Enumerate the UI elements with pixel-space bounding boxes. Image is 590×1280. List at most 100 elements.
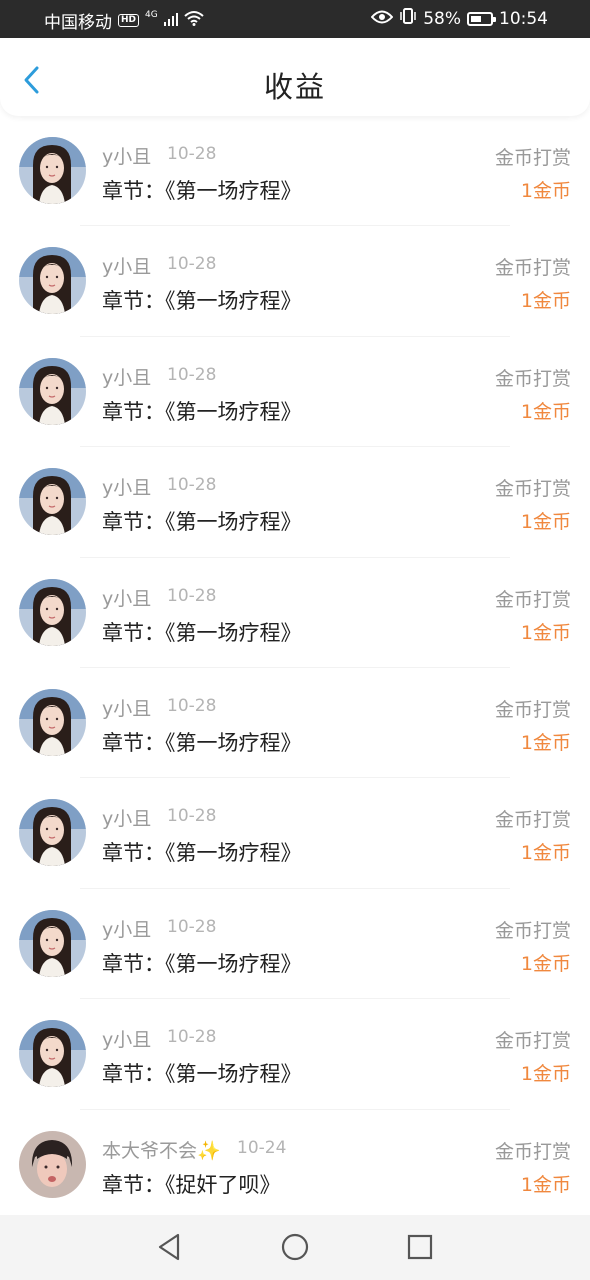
user-name[interactable]: y小且 (102, 142, 151, 169)
avatar[interactable] (19, 1130, 86, 1198)
page-title: 收益 (263, 70, 326, 104)
list-item[interactable]: y小且 10-28 章节：《第一场疗程》 金币打赏 1金币 (0, 337, 590, 448)
list-item[interactable]: y小且 10-28 章节：《第一场疗程》 金币打赏 1金币 (0, 778, 590, 890)
list-item[interactable]: y小且 10-28 章节：《第一场疗程》 金币打赏 1金币 (0, 999, 590, 1110)
battery-icon (467, 11, 496, 26)
user-avatar-image (19, 1020, 86, 1088)
reward-type: 金币打赏 (494, 257, 571, 280)
chapter-text: 章节：《第一场疗程》 (102, 396, 302, 426)
user-name[interactable]: y小且 (102, 252, 151, 279)
date-label: 10-24 (237, 1137, 287, 1158)
date-label: 10-28 (167, 144, 217, 164)
reward-amount: 1金币 (520, 180, 571, 202)
list-item[interactable]: 本大爷不会✨ 10-24 章节：《捉奸了呗》 金币打赏 1金币 (0, 1110, 590, 1221)
system-nav-bar (0, 1215, 590, 1280)
chapter-label: 章节： (102, 620, 165, 645)
avatar[interactable] (19, 468, 86, 536)
date-label: 10-28 (167, 695, 217, 716)
user-name[interactable]: y小且 (102, 584, 151, 611)
list-item[interactable]: y小且 10-28 章节：《第一场疗程》 金币打赏 1金币 (0, 889, 590, 1000)
status-right: 58% 10:54 (370, 8, 548, 29)
reward-amount: 1金币 (520, 400, 571, 423)
reward-type: 金币打赏 (494, 698, 571, 721)
user-avatar-image (19, 578, 86, 646)
chapter-text: 章节：《第一场疗程》 (102, 506, 302, 536)
chapter-label: 章节： (102, 730, 165, 755)
chapter-title: 《第一场疗程》 (165, 179, 302, 203)
user-avatar-image (19, 909, 86, 977)
reward-amount: 1金币 (520, 1063, 571, 1086)
reward-type: 金币打赏 (494, 367, 571, 390)
user-name[interactable]: y小且 (102, 804, 151, 831)
chapter-label: 章节： (102, 510, 165, 535)
battery-percent: 58% (423, 8, 461, 29)
avatar[interactable] (19, 909, 86, 977)
reward-type: 金币打赏 (494, 1030, 571, 1053)
clock: 10:54 (499, 8, 548, 29)
avatar[interactable] (19, 799, 86, 867)
user-avatar-image (19, 799, 86, 867)
reward-type: 金币打赏 (494, 147, 571, 169)
avatar[interactable] (19, 137, 86, 204)
reward-type: 金币打赏 (494, 478, 571, 501)
chapter-label: 章节： (102, 399, 165, 424)
date-label: 10-28 (167, 254, 217, 275)
date-label: 10-28 (167, 364, 217, 385)
chapter-label: 章节： (102, 1172, 165, 1197)
chapter-title: 《第一场疗程》 (165, 510, 302, 535)
list-item[interactable]: y小且 10-28 章节：《第一场疗程》 金币打赏 1金币 (0, 226, 590, 338)
date-label: 10-28 (167, 585, 217, 606)
user-name[interactable]: 本大爷不会✨ (102, 1136, 221, 1163)
earnings-list: y小且 10-28 章节：《第一场疗程》 金币打赏 1金币 y小且 10-28 … (0, 116, 590, 1221)
list-item[interactable]: y小且 10-28 章节：《第一场疗程》 金币打赏 1金币 (0, 116, 590, 227)
user-avatar-image (19, 247, 86, 315)
chapter-title: 《第一场疗程》 (165, 841, 302, 866)
circle-home-icon (281, 1233, 309, 1261)
user-name[interactable]: y小且 (102, 363, 151, 390)
avatar[interactable] (19, 688, 86, 756)
nav-home-button[interactable] (279, 1231, 311, 1263)
avatar[interactable] (19, 357, 86, 425)
avatar[interactable] (19, 578, 86, 646)
status-bar: 中国移动 HD 4G 58% 10:54 (0, 0, 590, 38)
avatar[interactable] (19, 1020, 86, 1088)
reward-amount: 1金币 (520, 731, 571, 754)
chapter-text: 章节：《第一场疗程》 (102, 837, 302, 867)
list-item[interactable]: y小且 10-28 章节：《第一场疗程》 金币打赏 1金币 (0, 668, 590, 779)
nav-back-button[interactable] (153, 1231, 185, 1263)
chapter-title: 《第一场疗程》 (165, 399, 302, 424)
chapter-text: 章节：《第一场疗程》 (102, 617, 302, 647)
triangle-back-icon (158, 1233, 180, 1261)
user-avatar-image (19, 688, 86, 756)
chapter-title: 《第一场疗程》 (165, 730, 302, 755)
reward-type: 金币打赏 (494, 1140, 571, 1163)
chapter-title: 《第一场疗程》 (165, 620, 302, 645)
user-name[interactable]: y小且 (102, 1025, 151, 1052)
chapter-label: 章节： (102, 289, 165, 314)
chapter-text: 章节：《第一场疗程》 (102, 285, 302, 315)
list-item[interactable]: y小且 10-28 章节：《第一场疗程》 金币打赏 1金币 (0, 447, 590, 558)
reward-type: 金币打赏 (494, 809, 571, 832)
reward-amount: 1金币 (520, 842, 571, 865)
chapter-label: 章节： (102, 951, 165, 976)
reward-amount: 1金币 (520, 621, 571, 644)
user-name[interactable]: y小且 (102, 915, 151, 942)
chapter-text: 章节：《捉奸了呗》 (102, 1169, 281, 1199)
user-avatar-image (19, 468, 86, 536)
hd-badge: HD (118, 14, 140, 27)
page-header: 收益 (0, 38, 590, 116)
chapter-label: 章节： (102, 841, 165, 866)
signal-icon (163, 11, 178, 31)
user-name[interactable]: y小且 (102, 694, 151, 721)
chapter-text: 章节：《第一场疗程》 (102, 948, 302, 978)
reward-type: 金币打赏 (494, 919, 571, 942)
user-name[interactable]: y小且 (102, 473, 151, 500)
date-label: 10-28 (167, 475, 217, 496)
nav-recents-button[interactable] (404, 1231, 436, 1263)
network-type: 4G (145, 9, 158, 20)
chapter-text: 章节：《第一场疗程》 (102, 175, 302, 205)
list-item[interactable]: y小且 10-28 章节：《第一场疗程》 金币打赏 1金币 (0, 558, 590, 669)
date-label: 10-28 (167, 1027, 217, 1048)
status-left: 中国移动 HD 4G (44, 8, 204, 33)
avatar[interactable] (19, 247, 86, 315)
